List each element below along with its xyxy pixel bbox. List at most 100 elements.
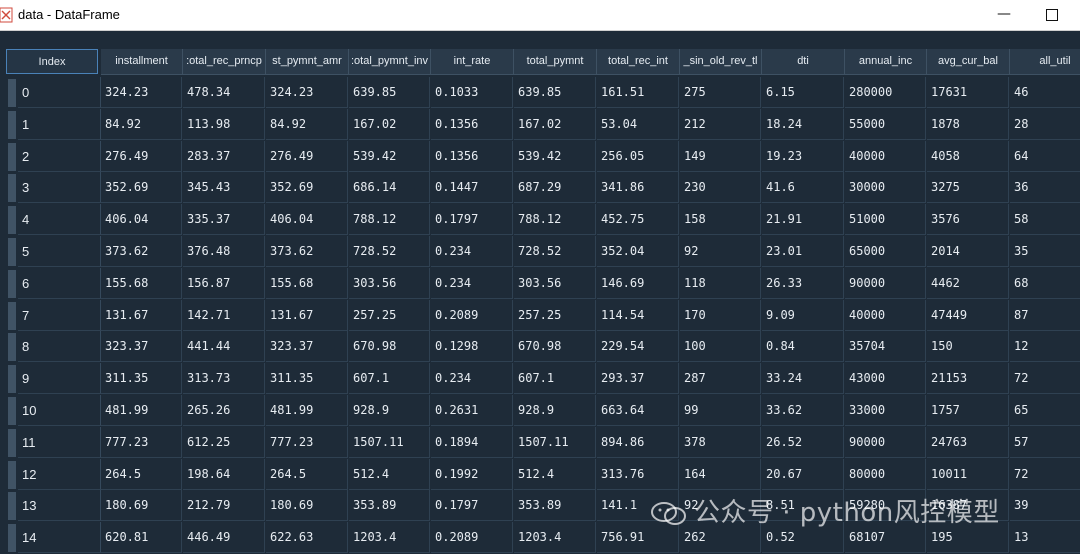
table-cell[interactable]: 51000 (845, 204, 926, 236)
table-cell[interactable]: 352.04 (597, 236, 679, 267)
table-cell[interactable]: 146.69 (597, 267, 679, 299)
table-cell[interactable]: 9.09 (762, 299, 844, 331)
table-cell[interactable]: 212 (680, 108, 761, 140)
column-header-installment[interactable]: installment (101, 49, 183, 75)
table-cell[interactable]: 68 (1010, 268, 1080, 299)
table-cell[interactable]: 13 (1010, 522, 1080, 554)
row-handle[interactable] (8, 238, 16, 266)
table-cell[interactable]: 21153 (927, 363, 1009, 395)
table-cell[interactable]: 257.25 (349, 299, 430, 331)
table-row[interactable]: 11 777.23 612.25 777.23 1507.11 0.1894 1507.11… (0, 426, 1080, 459)
table-row[interactable]: 8 323.37 441.44 323.37 670.98 0.1298 670.98 229… (0, 331, 1080, 363)
row-handle[interactable] (8, 460, 16, 489)
table-cell[interactable]: 164 (680, 458, 761, 490)
row-handle[interactable] (8, 333, 16, 362)
table-row[interactable]: 0 324.23 478.34 324.23 639.85 0.1033 639.85 161… (0, 77, 1080, 109)
row-handle[interactable] (8, 365, 16, 394)
table-cell[interactable]: 0.2089 (431, 522, 513, 554)
table-cell[interactable]: 324.23 (266, 77, 348, 108)
dataframe-table[interactable]: Index installment:otal_rec_prncp st_pymnt_… (0, 31, 1080, 554)
row-handle[interactable] (8, 206, 16, 235)
table-cell[interactable]: 324.23 (101, 77, 182, 108)
table-cell[interactable]: 198.64 (183, 458, 265, 490)
table-cell[interactable]: 57 (1010, 427, 1080, 458)
table-cell[interactable]: 928.9 (514, 395, 596, 426)
table-cell[interactable]: 80000 (845, 458, 926, 490)
table-cell[interactable]: 378 (680, 426, 761, 458)
table-cell[interactable]: 607.1 (514, 363, 596, 395)
table-cell[interactable]: 728.52 (349, 236, 430, 267)
table-cell[interactable]: 158 (680, 204, 761, 236)
table-cell[interactable]: 229.54 (597, 331, 679, 363)
table-cell[interactable]: 0.2089 (431, 299, 513, 331)
table-cell[interactable]: 212.79 (183, 490, 265, 522)
table-cell[interactable]: 670.98 (514, 331, 596, 363)
table-cell[interactable]: 100 (680, 331, 761, 363)
table-cell[interactable]: 3275 (927, 172, 1009, 204)
table-cell[interactable]: 0.2631 (431, 395, 513, 426)
row-index-cell[interactable]: 12 (18, 458, 101, 490)
table-cell[interactable]: 639.85 (514, 77, 596, 108)
row-index-cell[interactable]: 9 (18, 363, 101, 395)
table-cell[interactable]: 19.23 (762, 140, 844, 172)
table-cell[interactable]: 1757 (927, 395, 1009, 426)
table-cell[interactable]: 170 (680, 299, 761, 331)
table-cell[interactable]: 90000 (845, 426, 926, 458)
table-cell[interactable]: 23.01 (762, 236, 844, 267)
table-cell[interactable]: 131.67 (266, 299, 348, 331)
table-cell[interactable]: 118 (680, 267, 761, 299)
table-cell[interactable]: 283.37 (183, 140, 265, 172)
table-cell[interactable]: 373.62 (101, 236, 182, 267)
table-row[interactable]: 9 311.35 313.73 311.35 607.1 0.234 607.1 293.37… (0, 363, 1080, 395)
table-cell[interactable]: 257.25 (514, 299, 596, 331)
minimize-button[interactable]: — (996, 5, 1012, 23)
table-cell[interactable]: 275 (680, 77, 761, 108)
table-row[interactable]: 6 155.68 156.87 155.68 303.56 0.234 303.56 146.… (0, 267, 1080, 300)
table-cell[interactable]: 335.37 (183, 204, 265, 236)
table-cell[interactable]: 0.1894 (431, 426, 513, 458)
table-cell[interactable]: 1203.4 (514, 522, 596, 554)
table-cell[interactable]: 441.44 (183, 331, 265, 363)
table-cell[interactable]: 0.1992 (431, 458, 513, 490)
row-index-cell[interactable]: 3 (18, 172, 101, 204)
table-cell[interactable]: 150 (927, 331, 1009, 363)
table-cell[interactable]: 894.86 (597, 426, 679, 458)
table-cell[interactable]: 293.37 (597, 363, 679, 395)
row-handle[interactable] (8, 524, 16, 553)
table-cell[interactable]: 313.76 (597, 458, 679, 490)
table-cell[interactable]: 670.98 (349, 331, 430, 363)
table-cell[interactable]: 90000 (845, 267, 926, 299)
table-cell[interactable]: 276.49 (101, 140, 182, 172)
table-cell[interactable]: 620.81 (101, 522, 182, 554)
table-cell[interactable]: 481.99 (266, 395, 348, 426)
column-header-all-util[interactable]: all_util (1010, 49, 1080, 75)
table-cell[interactable]: 180.69 (266, 490, 348, 522)
table-cell[interactable]: 26.52 (762, 426, 844, 458)
table-cell[interactable]: 303.56 (349, 267, 430, 299)
table-row[interactable]: 7 131.67 142.71 131.67 257.25 0.2089 257.25 114… (0, 299, 1080, 332)
table-cell[interactable]: 33.62 (762, 395, 844, 426)
table-cell[interactable]: 280000 (845, 77, 926, 108)
column-header-avg-cur-bal[interactable]: avg_cur_bal (927, 49, 1010, 75)
table-cell[interactable]: 156.87 (183, 267, 265, 299)
table-cell[interactable]: 452.75 (597, 204, 679, 236)
table-cell[interactable]: 287 (680, 363, 761, 395)
table-row[interactable]: 5 373.62 376.48 373.62 728.52 0.234 728.52 352.… (0, 236, 1080, 268)
table-cell[interactable]: 352.69 (266, 172, 348, 204)
table-cell[interactable]: 58 (1010, 204, 1080, 236)
row-index-cell[interactable]: 5 (18, 236, 101, 267)
table-cell[interactable]: 65000 (845, 236, 926, 267)
table-cell[interactable]: 40000 (845, 140, 926, 172)
table-cell[interactable]: 2014 (927, 236, 1009, 267)
column-header-total-rec-int[interactable]: total_rec_int (597, 49, 680, 75)
table-cell[interactable]: 0.1447 (431, 172, 513, 204)
row-index-cell[interactable]: 1 (18, 108, 101, 140)
row-index-cell[interactable]: 6 (18, 267, 101, 299)
table-cell[interactable]: 276.49 (266, 140, 348, 172)
table-cell[interactable]: 0.1356 (431, 140, 513, 172)
table-cell[interactable]: 663.64 (597, 395, 679, 426)
column-header-last-pymnt-amnt[interactable]: st_pymnt_amr (266, 49, 349, 75)
table-cell[interactable]: 686.14 (349, 172, 430, 204)
table-cell[interactable]: 639.85 (349, 77, 430, 108)
table-cell[interactable]: 928.9 (349, 395, 430, 426)
